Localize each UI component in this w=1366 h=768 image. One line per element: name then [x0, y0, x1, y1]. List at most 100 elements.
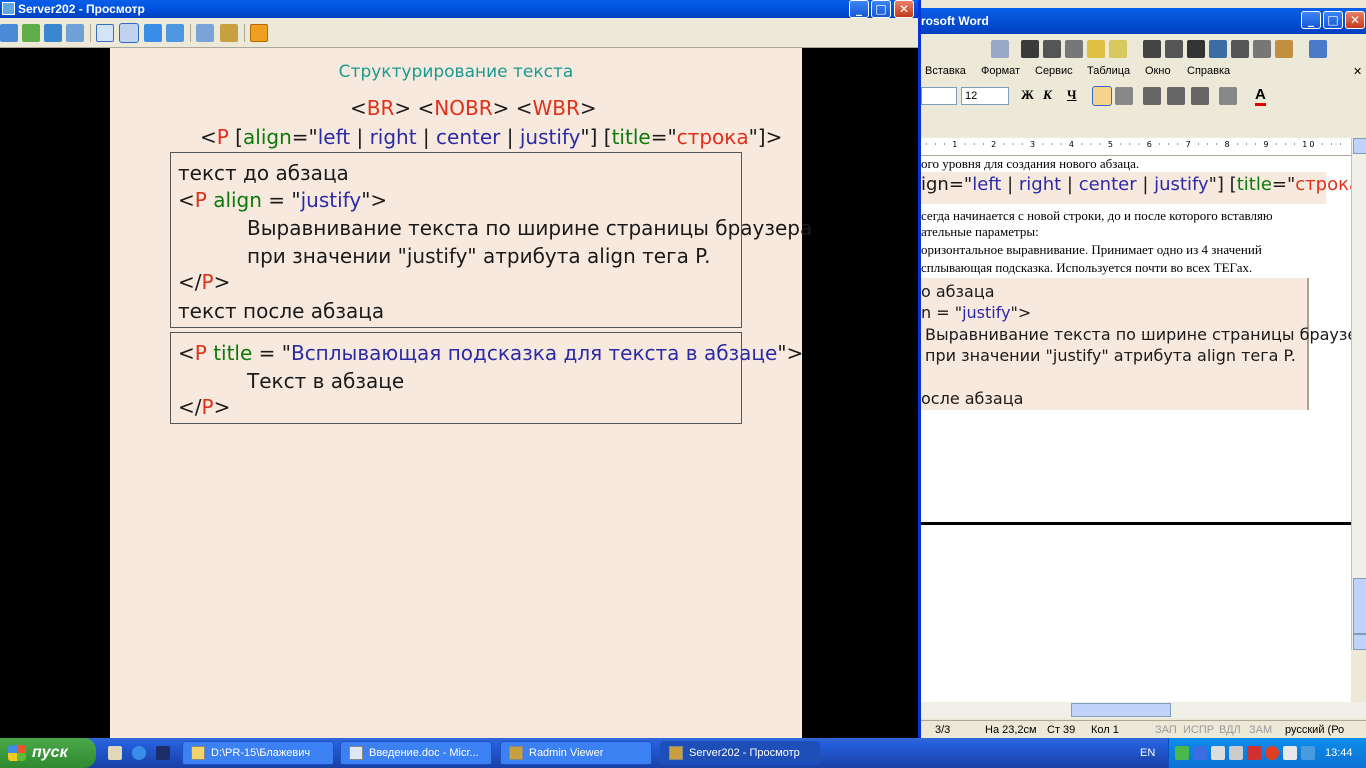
radmin-tray-icon[interactable] [1301, 746, 1315, 760]
numbering-icon[interactable] [1143, 87, 1161, 105]
task-word[interactable]: Введение.doc - Micr... [340, 741, 492, 765]
radmin-view-icon [669, 746, 683, 760]
p-close-tag-2: </P> [178, 395, 231, 419]
task-folder[interactable]: D:\PR-15\Блажевич [182, 741, 334, 765]
disconnect-icon[interactable] [250, 24, 268, 42]
minimize-button[interactable]: _ [849, 0, 869, 18]
horizontal-ruler: · · · 1 · · · 2 · · · 3 · · · 4 · · · 5 … [921, 138, 1351, 156]
sun-dim-icon[interactable] [1109, 40, 1127, 58]
picture-icon[interactable] [991, 40, 1009, 58]
align-left-icon[interactable] [1092, 86, 1112, 106]
fullscreen-icon[interactable] [119, 23, 139, 43]
set-transparent-icon[interactable] [1275, 40, 1293, 58]
paragraph-text: Текст в абзаце [247, 369, 405, 393]
word-minimize-button[interactable]: _ [1301, 11, 1321, 29]
italic-button[interactable]: К [1043, 87, 1052, 103]
desktop-icon[interactable] [108, 746, 122, 760]
word-doc-icon [349, 746, 363, 760]
indent-icon[interactable] [1191, 87, 1209, 105]
security-icon[interactable] [1247, 746, 1261, 760]
scroll-down-icon[interactable] [1353, 634, 1366, 650]
word-status-bar: 3/3 На 23,2см Ст 39 Кол 1 ЗАП ИСПР ВДЛ З… [921, 720, 1366, 738]
word-close-button[interactable]: ✕ [1345, 11, 1365, 29]
font-name-field[interactable] [921, 87, 957, 105]
status-page: 3/3 [935, 724, 951, 736]
scroll-up-icon[interactable] [1353, 138, 1366, 154]
border-icon[interactable] [1219, 87, 1237, 105]
toolbar-spacer [921, 108, 1366, 138]
tools-icon[interactable] [220, 24, 238, 42]
volume-icon[interactable] [1229, 746, 1243, 760]
close-button[interactable]: ✕ [894, 0, 914, 18]
crop-icon[interactable] [1143, 40, 1161, 58]
start-button[interactable]: пуск [0, 738, 96, 768]
underline-button[interactable]: Ч [1067, 87, 1077, 103]
maximize-button[interactable]: □ [871, 0, 891, 18]
presentation-slide: Структурирование текста <BR> <NOBR> <WBR… [110, 48, 812, 738]
scale-icon[interactable] [166, 24, 184, 42]
menu-help[interactable]: Справка [1187, 65, 1230, 77]
language-indicator[interactable]: EN [1140, 747, 1155, 759]
vertical-scrollbar[interactable] [1351, 138, 1366, 650]
taskbar: пуск D:\PR-15\Блажевич Введение.doc - Mi… [0, 738, 1366, 768]
task-server-view[interactable]: Server202 - Просмотр [660, 741, 820, 765]
app-tray-icon[interactable] [1283, 746, 1297, 760]
title-example-box: <P title = "Всплывающая подсказка для те… [170, 332, 803, 424]
media-icon[interactable] [156, 746, 170, 760]
opera-icon[interactable] [1265, 746, 1279, 760]
horizontal-scrollbar[interactable] [921, 702, 1366, 718]
menu-table[interactable]: Таблица [1087, 65, 1130, 77]
window-icon[interactable] [96, 24, 114, 42]
p-title-open-tag: <P title = "Всплывающая подсказка для те… [178, 341, 804, 365]
status-rec[interactable]: ЗАП [1155, 724, 1177, 736]
menu-insert[interactable]: Вставка [925, 65, 966, 77]
rotate-icon[interactable] [1165, 40, 1183, 58]
transfer-icon[interactable] [22, 24, 40, 42]
task-radmin[interactable]: Radmin Viewer [500, 741, 652, 765]
menu-window[interactable]: Окно [1145, 65, 1171, 77]
line-style-icon[interactable] [1187, 40, 1205, 58]
phone-icon[interactable] [44, 24, 62, 42]
ie-icon[interactable] [132, 746, 146, 760]
menu-tools[interactable]: Сервис [1035, 65, 1073, 77]
font-color-icon[interactable]: A [1255, 86, 1266, 106]
reset-picture-icon[interactable] [1309, 40, 1327, 58]
monitor-icon[interactable] [0, 24, 18, 42]
document-bottom-area [921, 522, 1351, 702]
compress-icon[interactable] [1209, 40, 1227, 58]
status-ext[interactable]: ВДЛ [1219, 724, 1241, 736]
sun-icon[interactable] [1087, 40, 1105, 58]
display-icon[interactable] [1193, 746, 1207, 760]
fit-icon[interactable] [144, 24, 162, 42]
copy-icon[interactable] [196, 24, 214, 42]
image-mode-icon[interactable] [1021, 40, 1039, 58]
text-wrap-icon[interactable] [1231, 40, 1249, 58]
start-label: пуск [32, 744, 68, 761]
p-close-tag: </P> [178, 270, 231, 294]
radmin-icon [509, 746, 523, 760]
word-maximize-button[interactable]: □ [1323, 11, 1343, 29]
bold-button[interactable]: Ж [1021, 87, 1034, 103]
hscroll-thumb[interactable] [1071, 703, 1171, 717]
status-ovr[interactable]: ЗАМ [1249, 724, 1272, 736]
align-center-icon[interactable] [1115, 87, 1133, 105]
bullets-icon[interactable] [1167, 87, 1185, 105]
paragraph-body-line-2: при значении "justify" атрибута align те… [247, 244, 711, 268]
brightness-icon[interactable] [1065, 40, 1083, 58]
tags-line: <BR> <NOBR> <WBR> [350, 96, 597, 120]
format-picture-icon[interactable] [1253, 40, 1271, 58]
chat-icon[interactable] [66, 24, 84, 42]
scroll-thumb[interactable] [1353, 578, 1366, 634]
status-column: Кол 1 [1091, 724, 1119, 736]
font-size-field[interactable]: 12 [961, 87, 1009, 105]
status-trk[interactable]: ИСПР [1183, 724, 1214, 736]
doc-line: ого уровня для создания нового абзаца. [921, 156, 1140, 171]
clock: 13:44 [1325, 747, 1353, 759]
usb-icon[interactable] [1211, 746, 1225, 760]
doc-line: оризонтальное выравнивание. Принимает од… [921, 242, 1262, 257]
menu-close-icon[interactable]: ✕ [1353, 65, 1362, 78]
document-area[interactable]: ого уровня для создания нового абзаца. i… [921, 156, 1351, 522]
network-icon[interactable] [1175, 746, 1189, 760]
contrast-icon[interactable] [1043, 40, 1061, 58]
menu-format[interactable]: Формат [981, 65, 1020, 77]
